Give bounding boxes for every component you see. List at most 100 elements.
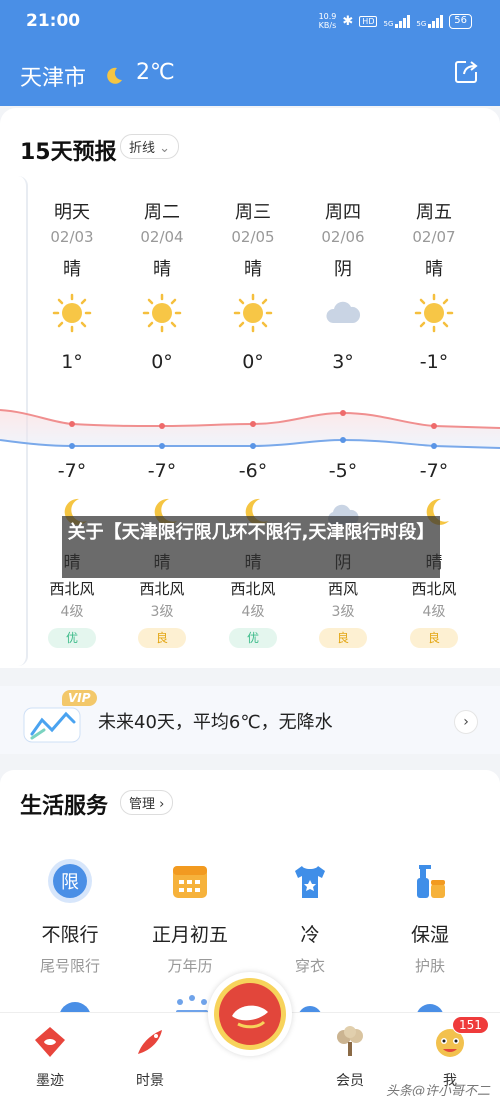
- aqi-badge: 良: [319, 628, 367, 648]
- view-selector[interactable]: 折线 ⌄: [120, 134, 180, 159]
- sun-icon: [233, 293, 273, 333]
- day-date: 02/03: [50, 228, 94, 246]
- chevron-right-icon[interactable]: ›: [454, 710, 478, 734]
- forecast-day[interactable]: 周五 02/07 晴 -1°: [389, 198, 479, 373]
- day-name: 周三: [235, 202, 271, 223]
- service-item[interactable]: 冷 穿衣: [250, 856, 370, 976]
- forecast-day[interactable]: 周三 02/05 晴 0°: [208, 198, 298, 373]
- temperature-curves: [0, 409, 500, 449]
- forecast-day[interactable]: 周二 02/04 晴 0°: [117, 198, 207, 373]
- center-action-button[interactable]: [208, 972, 292, 1056]
- life-services-title: 生活服务: [20, 794, 109, 819]
- day-date: 02/05: [231, 228, 275, 246]
- wind-level: 4级: [60, 604, 84, 620]
- forecast-day[interactable]: 周四 02/06 阴 3°: [298, 198, 388, 373]
- aqi-badge: 良: [138, 628, 186, 648]
- hd-icon: HD: [359, 15, 378, 27]
- tab-label: 墨迹: [36, 1073, 64, 1089]
- forecast-title: 15天预报: [20, 140, 117, 165]
- day-low: -5°: [328, 460, 358, 482]
- status-time: 21:00: [26, 11, 81, 31]
- wind-direction: 西北风: [230, 580, 276, 598]
- chevron-down-icon: ⌄: [159, 141, 171, 156]
- share-icon[interactable]: [452, 58, 480, 86]
- bluetooth-icon: ✱: [342, 13, 354, 29]
- day-low: -6°: [238, 460, 268, 482]
- aqi-badge: 良: [410, 628, 458, 648]
- service-main: 冷: [300, 924, 320, 946]
- forty-day-forecast-banner[interactable]: VIP 未来40天，平均6℃，无降水 ›: [0, 686, 500, 754]
- day-low: -7°: [147, 460, 177, 482]
- day-name: 周二: [144, 202, 180, 223]
- skincare-icon: [417, 865, 445, 898]
- calendar-icon: [173, 866, 207, 898]
- day-condition: 晴: [153, 259, 171, 280]
- wind-direction: 西北风: [49, 580, 95, 598]
- wind-direction: 西北风: [411, 580, 457, 598]
- restriction-icon: 限: [48, 859, 92, 903]
- day-condition: 晴: [244, 259, 262, 280]
- city-name[interactable]: 天津市: [20, 60, 86, 92]
- vip-badge: VIP: [62, 690, 97, 706]
- aqi-badge: 优: [48, 628, 96, 648]
- restriction-glyph: 限: [61, 872, 79, 893]
- day-condition: 阴: [334, 259, 352, 280]
- signal-icon: 5G: [383, 14, 411, 28]
- service-main: 保湿: [410, 924, 449, 946]
- crescent-moon-icon: [107, 67, 122, 84]
- tab-scenery[interactable]: 时景: [115, 1024, 185, 1090]
- sun-icon: [52, 293, 92, 333]
- service-main: 正月初五: [151, 924, 228, 946]
- day-date: 02/06: [321, 228, 365, 246]
- tab-member[interactable]: 会员: [315, 1024, 385, 1090]
- service-item[interactable]: 保湿 护肤: [370, 856, 490, 976]
- notification-badge: 151: [452, 1016, 489, 1034]
- day-low: -7°: [419, 460, 449, 482]
- cloud-icon: [326, 301, 361, 323]
- service-item[interactable]: 限 不限行 尾号限行: [10, 856, 130, 976]
- wind-level: 4级: [422, 604, 446, 620]
- day-high: -1°: [419, 351, 449, 373]
- service-sub: 尾号限行: [39, 957, 100, 975]
- signal-icon-2: 5G: [416, 14, 444, 28]
- watermark: 头条@许小哥不二: [385, 1084, 490, 1096]
- center-emblem-icon: [214, 978, 286, 1050]
- manage-button[interactable]: 管理 ›: [120, 790, 174, 815]
- koi-fish-icon: [138, 1030, 162, 1054]
- location-header: 天津市 2℃: [0, 52, 500, 98]
- curve-band: [0, 410, 500, 448]
- view-selector-label: 折线: [129, 141, 156, 156]
- wind-level: 4级: [241, 604, 265, 620]
- current-temperature: 2℃: [136, 60, 175, 85]
- wind-level: 3级: [150, 604, 174, 620]
- forecast-day[interactable]: 明天 02/03 晴 1°: [27, 198, 117, 373]
- moji-home-icon: [35, 1027, 65, 1057]
- tab-moji[interactable]: 墨迹: [15, 1024, 85, 1090]
- tab-label: 会员: [336, 1073, 364, 1089]
- wind-direction: 西风: [327, 580, 358, 598]
- battery-icon: 56: [449, 13, 472, 29]
- tree-icon: [337, 1026, 363, 1056]
- net-speed: 10.9 KB/s: [318, 12, 337, 30]
- wind-level: 3级: [331, 604, 355, 620]
- day-date: 02/07: [412, 228, 456, 246]
- day-date: 02/04: [140, 228, 184, 246]
- day-name: 周五: [416, 202, 452, 223]
- day-low: -7°: [57, 460, 87, 482]
- forty-day-summary: 未来40天，平均6℃，无降水: [98, 712, 333, 733]
- trend-chart-icon: [23, 707, 81, 743]
- aqi-badge: 优: [229, 628, 277, 648]
- day-name: 周四: [325, 202, 361, 223]
- service-main: 不限行: [41, 924, 99, 946]
- day-high: 0°: [242, 351, 264, 373]
- status-icons: 10.9 KB/s ✱ HD 5G 5G 56: [319, 12, 472, 30]
- service-item[interactable]: 正月初五 万年历: [130, 856, 250, 976]
- day-high: 1°: [61, 351, 83, 373]
- article-title-overlay: 关于【天津限行限几环不限行,天津限行时段】: [62, 516, 440, 578]
- tshirt-icon: [295, 866, 325, 898]
- day-condition: 晴: [425, 259, 443, 280]
- day-high: 0°: [151, 351, 173, 373]
- day-high: 3°: [332, 351, 354, 373]
- sun-icon: [142, 293, 182, 333]
- service-sub: 护肤: [414, 957, 445, 975]
